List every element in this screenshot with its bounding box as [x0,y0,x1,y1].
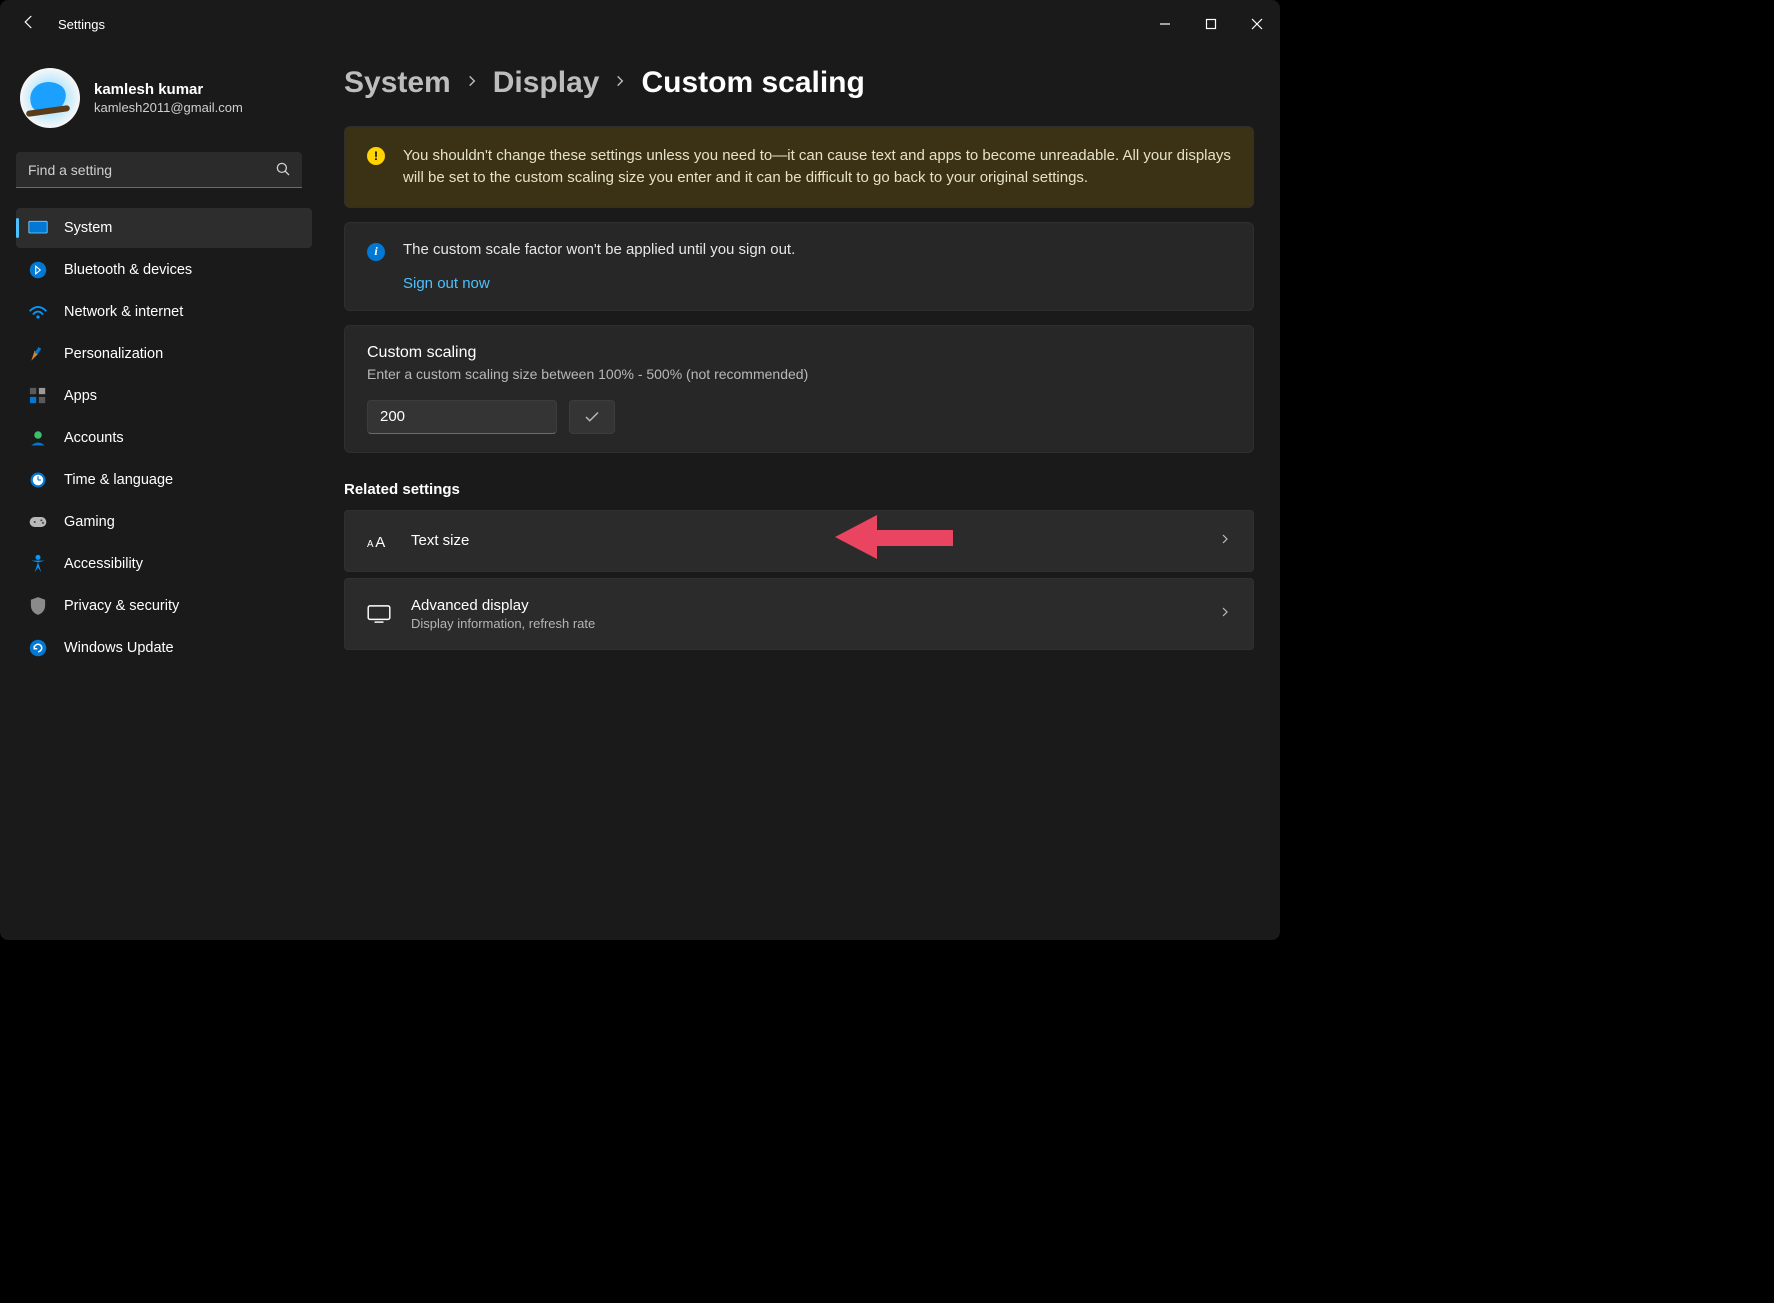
profile-name: kamlesh kumar [94,81,243,98]
nav-time[interactable]: Time & language [16,460,312,500]
breadcrumb: System Display Custom scaling [344,66,1254,100]
related-text-size[interactable]: AA Text size [344,510,1254,572]
scaling-input[interactable] [367,400,557,434]
chevron-right-icon [1219,605,1231,623]
text-size-icon: AA [367,529,391,553]
nav-label: Time & language [64,472,173,488]
info-text: The custom scale factor won't be applied… [403,241,795,258]
search-wrap [16,152,302,188]
system-icon [28,218,48,238]
nav-label: Network & internet [64,304,183,320]
nav-label: Personalization [64,346,163,362]
nav-label: Apps [64,388,97,404]
nav-label: Privacy & security [64,598,179,614]
network-icon [28,302,48,322]
chevron-right-icon [613,74,627,93]
nav-personalization[interactable]: Personalization [16,334,312,374]
nav-label: Bluetooth & devices [64,262,192,278]
profile-block[interactable]: kamlesh kumar kamlesh2011@gmail.com [16,60,312,152]
breadcrumb-system[interactable]: System [344,66,451,100]
related-settings-heading: Related settings [344,481,1254,498]
apps-icon [28,386,48,406]
nav-bluetooth[interactable]: Bluetooth & devices [16,250,312,290]
maximize-button[interactable] [1188,0,1234,48]
gaming-icon [28,512,48,532]
warning-icon: ! [367,147,385,165]
close-button[interactable] [1234,0,1280,48]
info-icon: i [367,243,385,261]
custom-scaling-title: Custom scaling [367,344,1231,362]
svg-text:A: A [375,534,385,551]
nav-privacy[interactable]: Privacy & security [16,586,312,626]
breadcrumb-current: Custom scaling [641,66,864,100]
bluetooth-icon [28,260,48,280]
nav-network[interactable]: Network & internet [16,292,312,332]
profile-email: kamlesh2011@gmail.com [94,100,243,115]
personalization-icon [28,344,48,364]
display-icon [367,602,391,626]
nav-apps[interactable]: Apps [16,376,312,416]
privacy-icon [28,596,48,616]
nav-label: Gaming [64,514,115,530]
chevron-right-icon [1219,532,1231,550]
time-icon [28,470,48,490]
custom-scaling-card: Custom scaling Enter a custom scaling si… [344,325,1254,453]
nav-accounts[interactable]: Accounts [16,418,312,458]
setting-title: Advanced display [411,597,1199,614]
search-icon [274,160,292,183]
window-controls [1142,0,1280,48]
sign-out-link[interactable]: Sign out now [403,275,1231,292]
sidebar: kamlesh kumar kamlesh2011@gmail.com Syst… [0,48,320,940]
nav-label: Accessibility [64,556,143,572]
related-advanced-display[interactable]: Advanced display Display information, re… [344,578,1254,650]
apply-button[interactable] [569,400,615,434]
breadcrumb-display[interactable]: Display [493,66,600,100]
setting-title: Text size [411,532,1199,549]
main-content: System Display Custom scaling ! You shou… [320,48,1280,940]
warning-text: You shouldn't change these settings unle… [403,145,1231,189]
avatar [20,68,80,128]
nav-system[interactable]: System [16,208,312,248]
custom-scaling-sub: Enter a custom scaling size between 100%… [367,366,1231,382]
accounts-icon [28,428,48,448]
app-title: Settings [58,17,105,32]
warning-card: ! You shouldn't change these settings un… [344,126,1254,208]
titlebar: Settings [0,0,1280,48]
minimize-button[interactable] [1142,0,1188,48]
accessibility-icon [28,554,48,574]
svg-text:A: A [367,539,374,550]
nav-label: Accounts [64,430,124,446]
nav-label: Windows Update [64,640,174,656]
nav-update[interactable]: Windows Update [16,628,312,668]
chevron-right-icon [465,74,479,93]
nav-label: System [64,220,112,236]
nav-gaming[interactable]: Gaming [16,502,312,542]
nav-accessibility[interactable]: Accessibility [16,544,312,584]
nav-list: System Bluetooth & devices Network & int… [16,208,312,668]
setting-sub: Display information, refresh rate [411,616,1199,631]
update-icon [28,638,48,658]
back-button[interactable] [20,13,38,36]
info-card: i The custom scale factor won't be appli… [344,222,1254,311]
settings-window: Settings kamlesh kumar kamlesh2011@gmail… [0,0,1280,940]
search-input[interactable] [16,152,302,188]
